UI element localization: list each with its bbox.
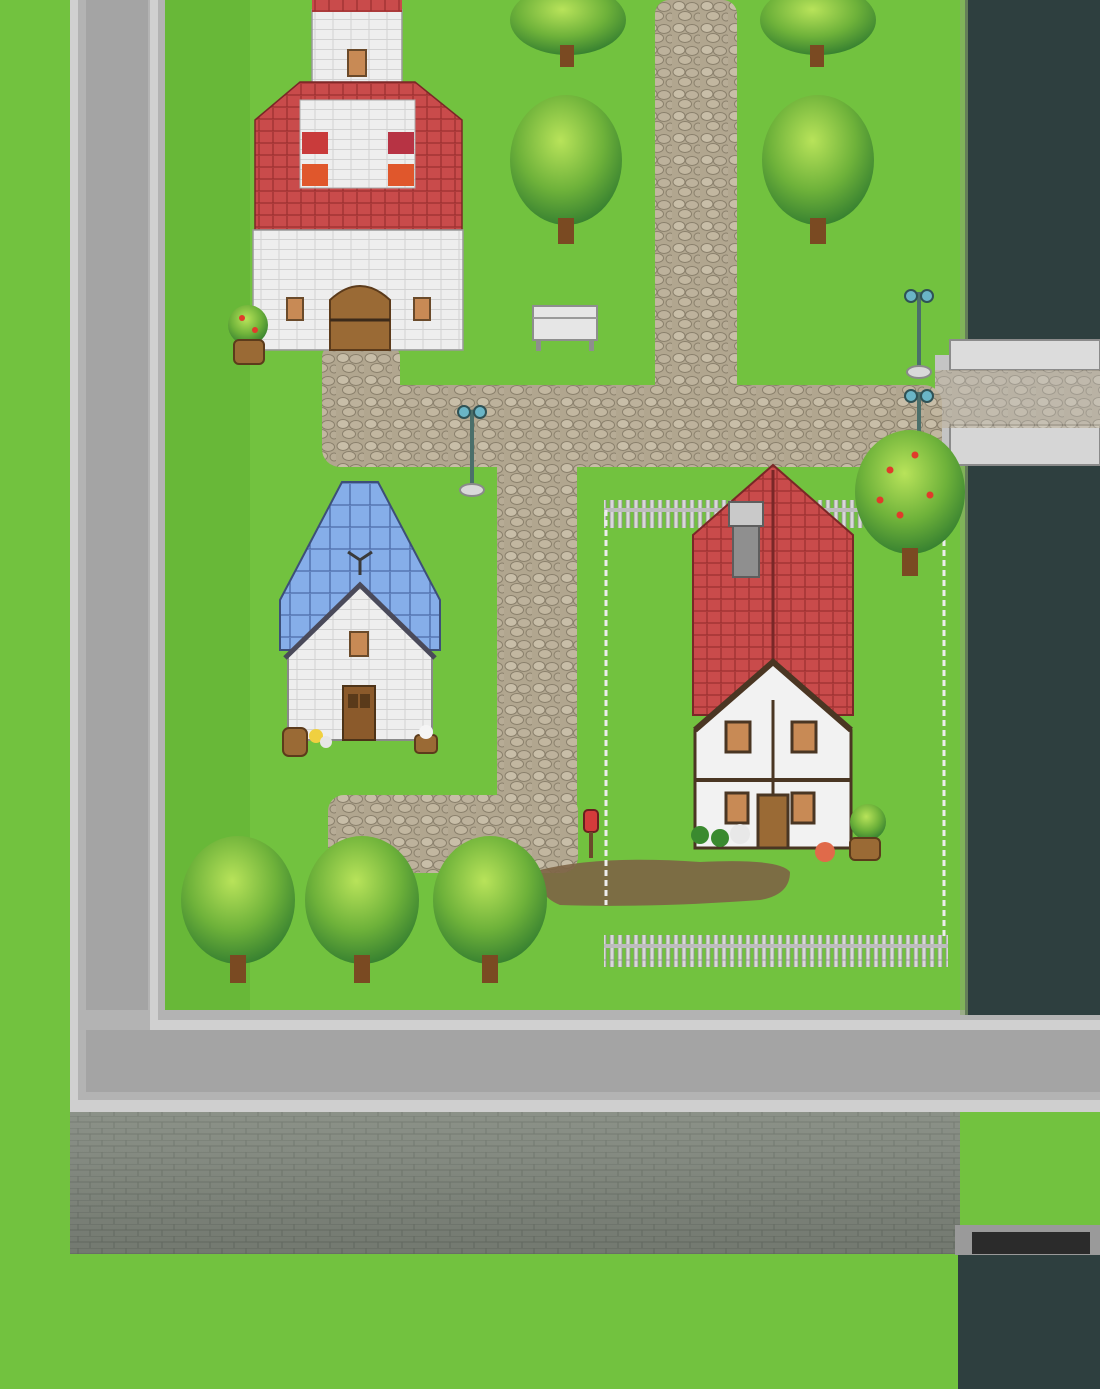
barrel <box>282 727 308 757</box>
bridge[interactable] <box>935 339 1100 466</box>
potted-fruit-tree <box>228 305 268 365</box>
game-map <box>0 0 1100 1389</box>
house-red-roof[interactable] <box>692 463 854 850</box>
dirt-path <box>539 859 790 906</box>
